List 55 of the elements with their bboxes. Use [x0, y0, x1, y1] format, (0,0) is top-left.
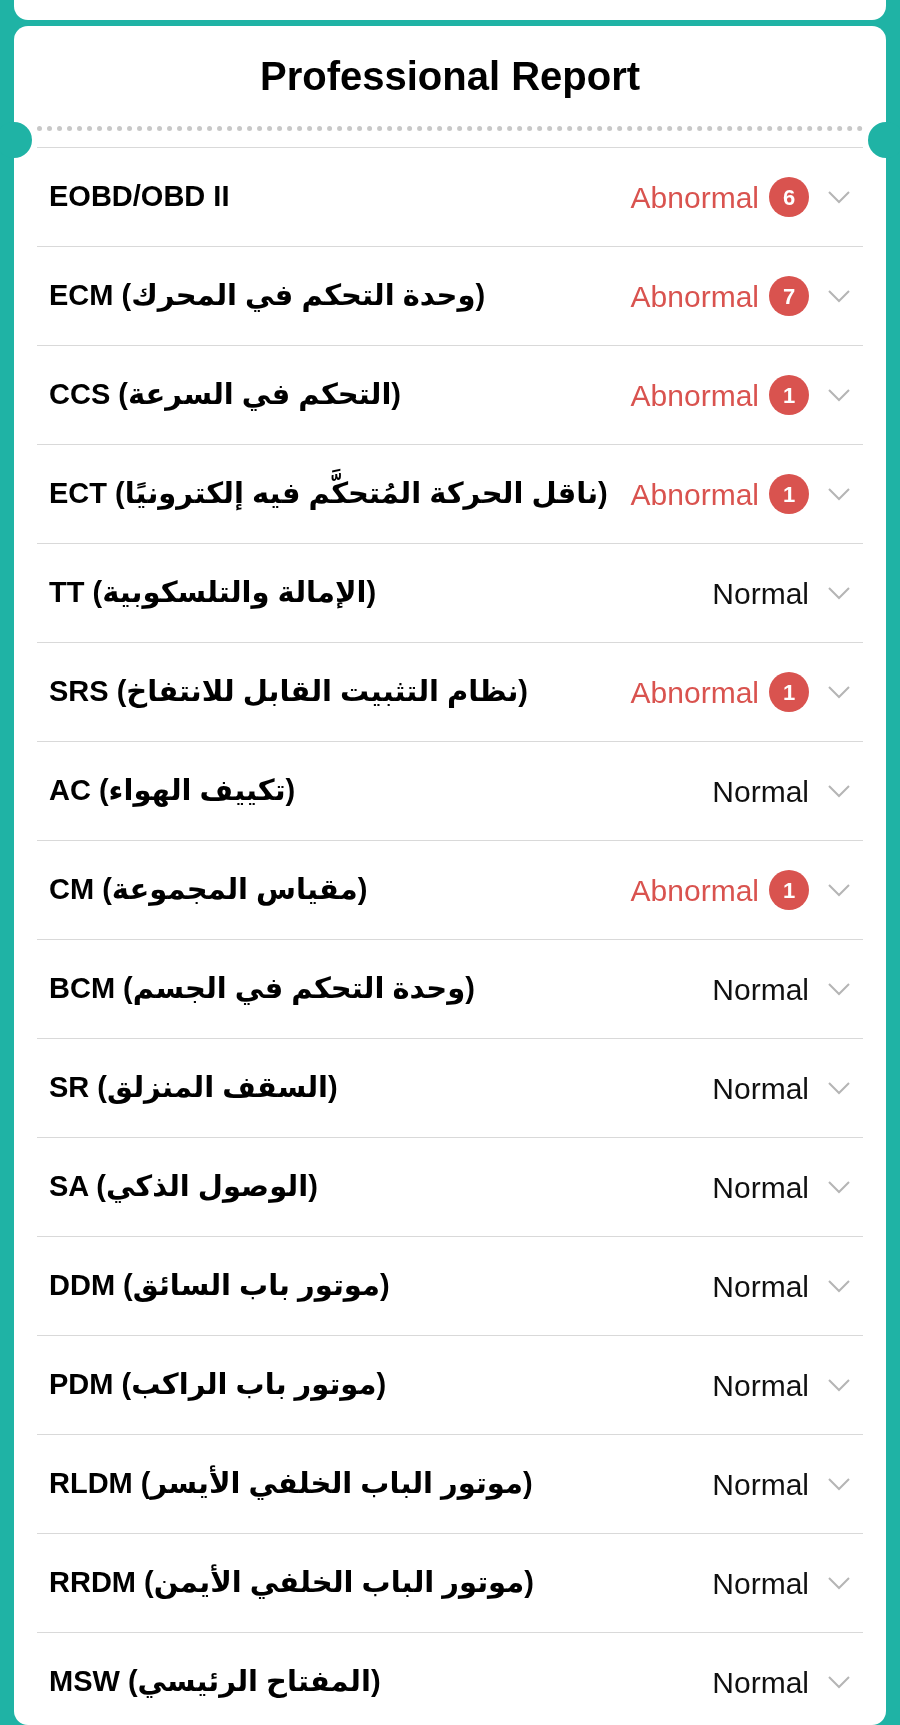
- system-label: RLDM (موتور الباب الخلفي الأيسر): [49, 1464, 533, 1502]
- status-text: Normal: [711, 1565, 809, 1602]
- status-text: Abnormal: [629, 674, 759, 711]
- system-label: BCM (وحدة التحكم في الجسم): [49, 971, 475, 1007]
- status-text: Normal: [711, 773, 809, 810]
- chevron-down-icon: [827, 982, 851, 996]
- system-label: PDM (موتور باب الراكب): [49, 1367, 387, 1403]
- fault-count-badge: 1: [769, 672, 809, 712]
- system-label: SA (الوصول الذكي): [49, 1169, 318, 1205]
- fault-count-badge: 6: [769, 177, 809, 217]
- chevron-down-icon: [827, 1378, 851, 1392]
- chevron-down-icon: [827, 784, 851, 798]
- system-label: TT (الإمالة والتلسكوبية): [49, 575, 377, 611]
- status-text: Abnormal: [629, 377, 759, 414]
- chevron-down-icon: [827, 1081, 851, 1095]
- status-text: Normal: [711, 1268, 809, 1305]
- report-row[interactable]: EOBD/OBD II Abnormal 6: [37, 147, 863, 246]
- chevron-down-icon: [827, 1576, 851, 1590]
- status-text: Abnormal: [629, 872, 759, 909]
- system-label: EOBD/OBD II: [49, 179, 230, 215]
- system-label: RRDM (موتور الباب الخلفي الأيمن): [49, 1563, 534, 1601]
- status-text: Abnormal: [629, 476, 759, 513]
- system-label: ECM (وحدة التحكم في المحرك): [49, 278, 486, 314]
- system-label: AC (تكييف الهواء): [49, 773, 296, 809]
- chevron-down-icon: [827, 883, 851, 897]
- chevron-down-icon: [827, 289, 851, 303]
- fault-count-badge: 7: [769, 276, 809, 316]
- chevron-down-icon: [827, 1675, 851, 1689]
- status-text: Abnormal: [629, 278, 759, 315]
- chevron-down-icon: [827, 388, 851, 402]
- fault-count-badge: 1: [769, 375, 809, 415]
- system-label: CCS (التحكم في السرعة): [49, 377, 402, 413]
- status-text: Normal: [711, 971, 809, 1008]
- fault-count-badge: 1: [769, 870, 809, 910]
- system-label: DDM (موتور باب السائق): [49, 1268, 390, 1304]
- system-label: SR (السقف المنزلق): [49, 1070, 338, 1106]
- status-text: Normal: [711, 1466, 809, 1503]
- report-title: Professional Report: [258, 53, 642, 100]
- status-text: Normal: [711, 1070, 809, 1107]
- status-text: Normal: [711, 1169, 809, 1206]
- status-text: Normal: [711, 1664, 809, 1701]
- system-label: SRS (نظام التثبيت القابل للانتفاخ): [49, 674, 528, 710]
- status-text: Normal: [711, 1367, 809, 1404]
- chevron-down-icon: [827, 586, 851, 600]
- chevron-down-icon: [827, 1279, 851, 1293]
- chevron-down-icon: [827, 685, 851, 699]
- chevron-down-icon: [827, 1477, 851, 1491]
- chevron-down-icon: [827, 1180, 851, 1194]
- system-label: CM (مقياس المجموعة): [49, 872, 368, 908]
- status-text: Abnormal: [629, 179, 759, 216]
- chevron-down-icon: [827, 190, 851, 204]
- fault-count-badge: 1: [769, 474, 809, 514]
- status-text: Normal: [711, 575, 809, 612]
- chevron-down-icon: [827, 487, 851, 501]
- system-label: MSW (المفتاح الرئيسي): [49, 1664, 381, 1700]
